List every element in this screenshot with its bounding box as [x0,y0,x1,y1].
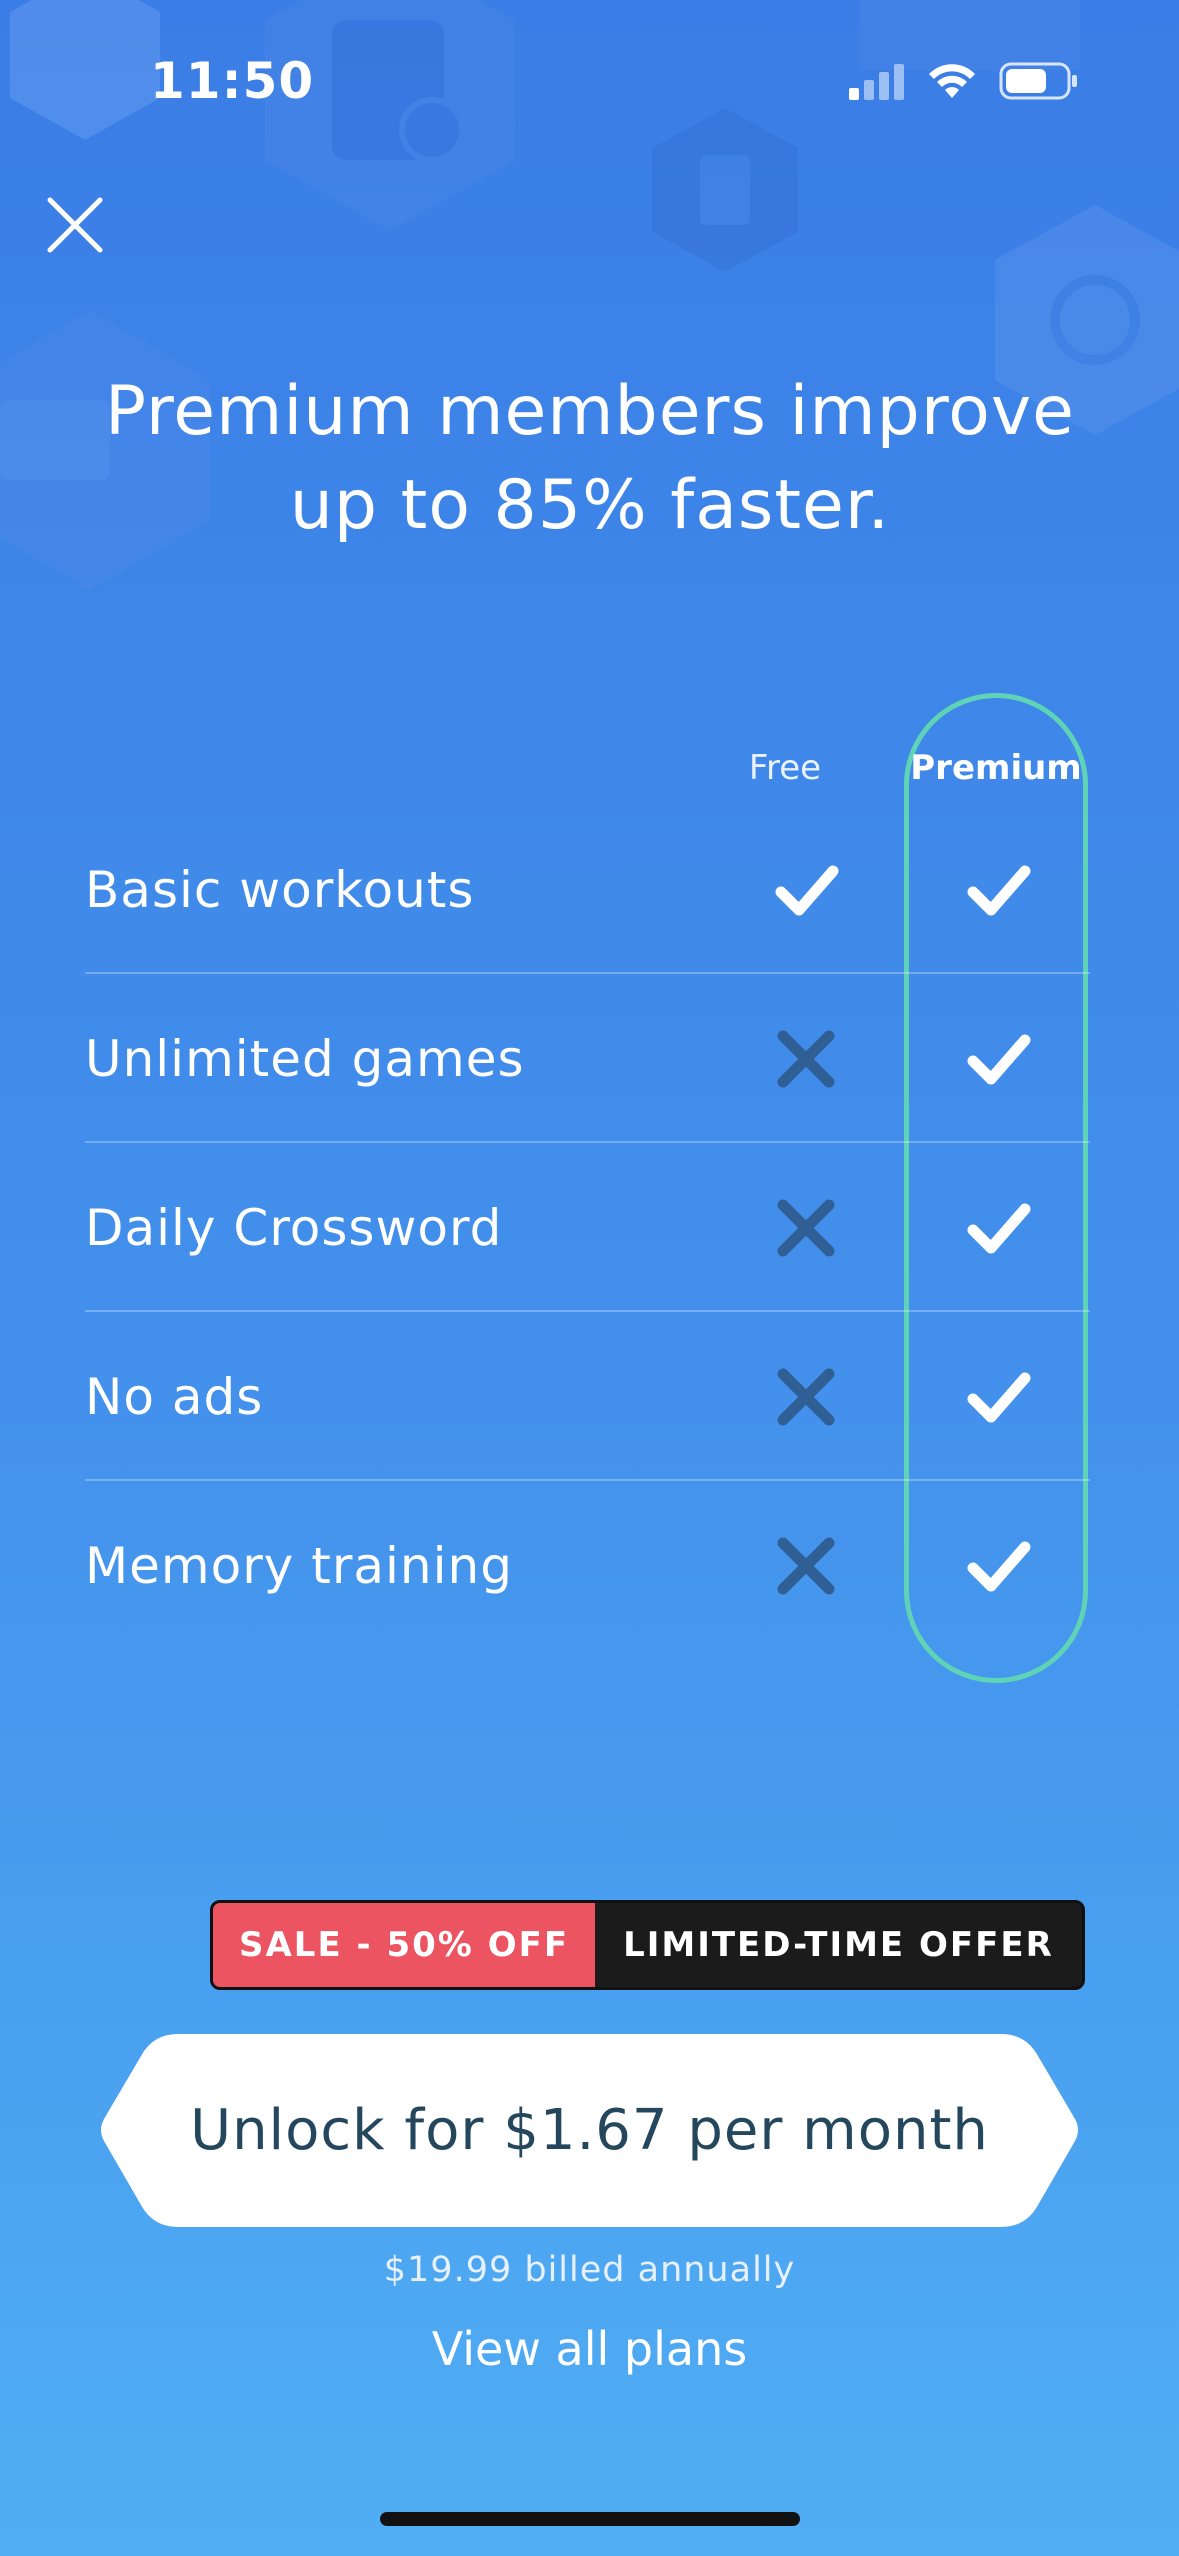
premium-check-icon [963,1024,1033,1094]
unlock-button-label: Unlock for $1.67 per month [190,2098,989,2163]
feature-row: No ads [85,1312,1090,1481]
battery-icon [999,62,1077,100]
offer-badge: SALE - 50% OFF LIMITED-TIME OFFER [210,1900,1085,1990]
feature-row: Memory training [85,1481,1090,1650]
premium-check-icon [963,1193,1033,1263]
free-cross-icon [771,1193,841,1263]
free-cross-icon [771,1362,841,1432]
billing-note: $19.99 billed annually [383,2250,796,2290]
feature-label: Unlimited games [85,1029,525,1088]
book-hex-decoration-icon [652,108,798,272]
feature-row: Unlimited games [85,974,1090,1143]
feature-label: Daily Crossword [85,1198,503,1257]
free-cross-icon [771,1024,841,1094]
premium-check-icon [963,1362,1033,1432]
free-cross-icon [771,1531,841,1601]
limited-offer-label: LIMITED-TIME OFFER [623,1925,1054,1965]
home-indicator [380,2512,800,2526]
feature-label: Basic workouts [85,860,475,919]
column-header-premium: Premium [910,748,1082,788]
column-header-free: Free [748,748,822,788]
close-icon[interactable] [40,190,110,260]
premium-check-icon [963,1531,1033,1601]
unlock-button[interactable]: Unlock for $1.67 per month [98,2034,1081,2227]
feature-label: Memory training [85,1536,513,1595]
headline: Premium members improve up to 85% faster… [105,372,1075,545]
cellular-signal-icon [849,64,904,100]
free-check-icon [771,855,841,925]
view-all-plans-link[interactable]: View all plans [0,2322,1179,2376]
feature-row: Basic workouts [85,805,1090,974]
status-bar-time: 11:50 [150,52,315,110]
paywall-screen: 11:50 Premium members improve up to 85% … [0,0,1179,2556]
feature-label: No ads [85,1367,264,1426]
calculator-hex-decoration-icon [265,0,515,230]
feature-row: Daily Crossword [85,1143,1090,1312]
status-bar-icons [849,62,1079,100]
sale-label: SALE - 50% OFF [213,1903,596,1987]
premium-check-icon [963,855,1033,925]
wifi-icon [929,64,975,98]
